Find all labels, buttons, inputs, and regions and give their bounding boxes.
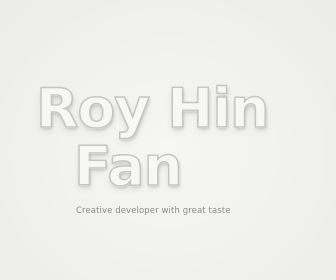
hero-title-line-2: Fan xyxy=(73,135,183,198)
hero-tagline: Creative developer with great taste xyxy=(76,206,231,216)
hero-title-line-1: Roy Hin xyxy=(35,77,270,140)
hero-section: Roy Hin Fan Creative developer with grea… xyxy=(0,0,336,280)
